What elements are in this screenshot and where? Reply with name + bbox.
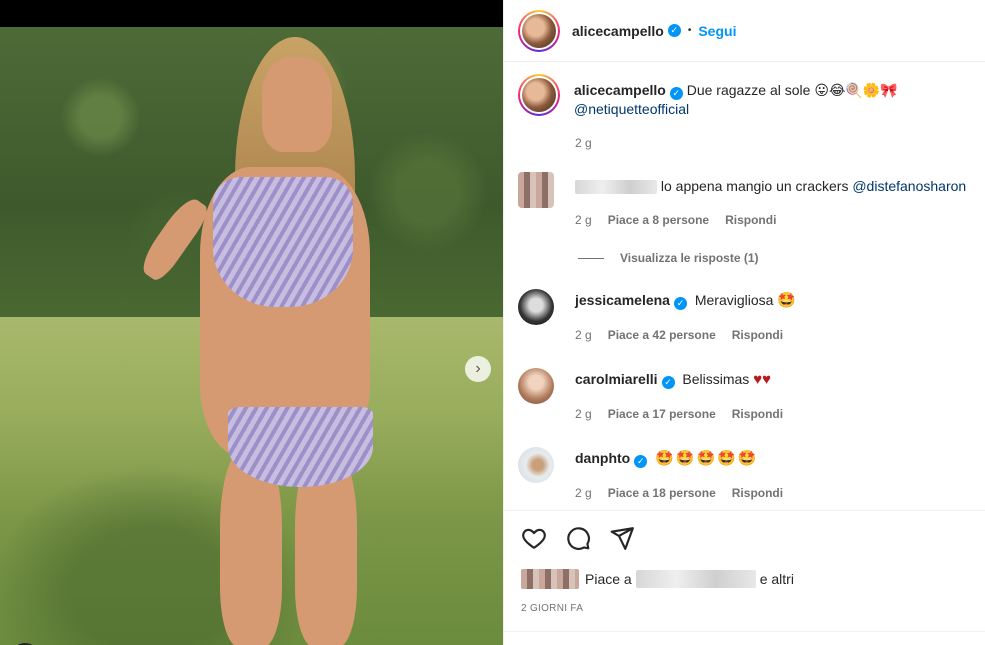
reply-button[interactable]: Rispondi xyxy=(725,213,776,227)
author-avatar-ring[interactable] xyxy=(518,9,560,52)
caption: alicecampello ✓ Due ragazze al sole 😛😂🍭🌼🎀… xyxy=(518,74,974,119)
comment-username[interactable]: carolmiarelli xyxy=(575,371,658,387)
likes-prefix: Piace a xyxy=(585,571,632,587)
comment-emoji: 🤩🤩🤩🤩🤩 xyxy=(655,450,759,467)
view-replies[interactable]: Visualizza le risposte (1) xyxy=(578,251,759,265)
reply-button[interactable]: Rispondi xyxy=(732,407,783,421)
comment-likes[interactable]: Piace a 17 persone xyxy=(608,407,716,421)
comment-avatar[interactable] xyxy=(518,172,554,208)
comment-item: danphto ✓ 🤩🤩🤩🤩🤩 xyxy=(518,447,759,483)
heart-emoji: ♥♥ xyxy=(753,371,771,388)
comment-text: lo appena mangio un crackers xyxy=(660,178,849,194)
comment-meta: 2 g Piace a 42 persone Rispondi xyxy=(575,328,783,342)
figure-face xyxy=(262,57,332,152)
likes-suffix[interactable]: e altri xyxy=(760,571,794,587)
comment-avatar[interactable] xyxy=(518,368,554,404)
post-actions-section: Piace a e altri 2 GIORNI FA xyxy=(504,510,985,645)
comment-username[interactable]: jessicamelena xyxy=(575,292,670,308)
caption-meta: 2 g xyxy=(575,136,592,150)
comment-time[interactable]: 2 g xyxy=(575,328,592,342)
verified-badge-icon: ✓ xyxy=(669,87,683,100)
comment-avatar[interactable] xyxy=(518,289,554,325)
verified-badge-icon: ✓ xyxy=(634,455,648,468)
author-username[interactable]: alicecampello xyxy=(572,23,664,39)
reply-button[interactable]: Rispondi xyxy=(732,486,783,500)
replies-line xyxy=(578,257,604,259)
verified-badge-icon: ✓ xyxy=(667,24,681,37)
verified-badge-icon: ✓ xyxy=(673,297,687,310)
avatar xyxy=(522,13,556,48)
posted-ago[interactable]: 2 GIORNI FA xyxy=(521,603,583,614)
avatar xyxy=(522,78,556,112)
divider xyxy=(504,631,985,632)
comment-item: lo appena mangio un crackers @distefanos… xyxy=(518,172,966,208)
caption-username[interactable]: alicecampello xyxy=(574,82,666,98)
comment-time[interactable]: 2 g xyxy=(575,213,592,227)
comment-meta: 2 g Piace a 18 persone Rispondi xyxy=(575,486,783,500)
view-replies-button[interactable]: Visualizza le risposte (1) xyxy=(620,251,759,265)
liker-name-blurred[interactable] xyxy=(635,570,756,588)
post-side-panel: alicecampello ✓ • Segui alicecampello ✓ D… xyxy=(503,0,985,645)
comment-item: carolmiarelli ✓ Belissimas ♥♥ xyxy=(518,368,771,404)
send-icon[interactable] xyxy=(609,525,635,551)
bikini-top xyxy=(213,177,353,307)
photo-top-strip xyxy=(0,0,503,27)
comment-item: jessicamelena ✓ Meravigliosa 🤩 xyxy=(518,289,798,325)
verified-badge-icon: ✓ xyxy=(661,376,675,389)
comment-likes[interactable]: Piace a 42 persone xyxy=(608,328,716,342)
chevron-right-icon[interactable]: › xyxy=(465,356,491,382)
comment-avatar[interactable] xyxy=(518,447,554,483)
comment-meta: 2 g Piace a 8 persone Rispondi xyxy=(575,213,776,227)
post-header: alicecampello ✓ • Segui xyxy=(504,0,985,62)
comment-time[interactable]: 2 g xyxy=(575,486,592,500)
comment-icon[interactable] xyxy=(565,525,591,551)
heart-icon[interactable] xyxy=(521,525,547,551)
liker-avatars[interactable] xyxy=(521,569,579,589)
caption-avatar-ring[interactable] xyxy=(518,74,560,116)
comment-meta: 2 g Piace a 17 persone Rispondi xyxy=(575,407,783,421)
comment-text: Belissimas xyxy=(682,371,750,387)
follow-button[interactable]: Segui xyxy=(698,23,736,39)
bikini-bottom xyxy=(228,407,373,487)
comment-mention[interactable]: @distefanosharon xyxy=(852,178,966,194)
comment-username[interactable]: danphto xyxy=(575,450,630,466)
dot-separator: • xyxy=(687,25,692,36)
comment-text: Meravigliosa xyxy=(694,292,774,308)
action-icons xyxy=(521,525,635,551)
comment-emoji: 🤩 xyxy=(777,292,799,309)
comment-time[interactable]: 2 g xyxy=(575,407,592,421)
comment-username-blurred[interactable] xyxy=(575,180,657,195)
comment-likes[interactable]: Piace a 18 persone xyxy=(608,486,716,500)
reply-button[interactable]: Rispondi xyxy=(732,328,783,342)
caption-mention[interactable]: @netiquetteofficial xyxy=(574,101,689,117)
caption-text: Due ragazze al sole 😛😂🍭🌼🎀 xyxy=(686,82,898,98)
caption-time[interactable]: 2 g xyxy=(575,136,592,150)
comment-likes[interactable]: Piace a 8 persone xyxy=(608,213,709,227)
post-photo[interactable]: › xyxy=(0,27,503,645)
likes-summary: Piace a e altri xyxy=(521,569,794,589)
